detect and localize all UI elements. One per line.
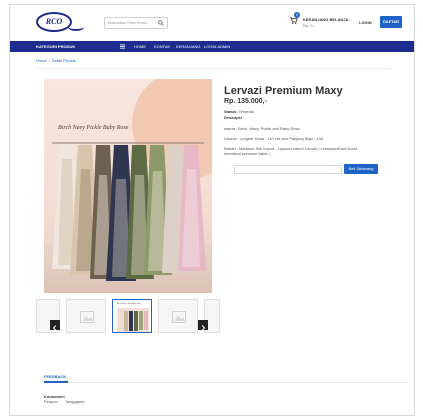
product-main-image[interactable]: Birch Navy Pickle Baby Rose xyxy=(44,79,212,293)
description-heading: Deskripsi xyxy=(224,115,242,120)
chevron-right-icon xyxy=(201,325,206,331)
cart-total: Rp. 0,- xyxy=(303,23,316,28)
column-response: Respon xyxy=(44,399,58,404)
quantity-input[interactable] xyxy=(234,165,342,174)
image-placeholder-icon xyxy=(80,311,94,323)
breadcrumb: Home / Detail Produk xyxy=(36,58,76,63)
page-frame: RCO Masukkan Kata Kunci... 0 KERANJANG B… xyxy=(9,4,415,416)
category-menu[interactable]: KATEGORI PRODUK xyxy=(36,41,75,52)
cart-title[interactable]: KERANJANG BELANJA : xyxy=(303,17,351,22)
breadcrumb-home[interactable]: Home xyxy=(36,58,47,63)
buy-now-button[interactable]: Beli Sekarang xyxy=(344,164,378,174)
nav-admin-login[interactable]: LOGIN ADMIN xyxy=(204,41,230,52)
image-placeholder-icon xyxy=(172,311,186,323)
nav-cart[interactable]: KERANJANG xyxy=(176,41,200,52)
nav-contact[interactable]: KONTAK xyxy=(154,41,170,52)
tab-active-indicator xyxy=(44,381,68,383)
thumbnail-caption: Birch Navy Pickle Baby Rose xyxy=(117,303,141,305)
logo-text: RCO xyxy=(45,17,63,26)
nav-home[interactable]: HOME xyxy=(134,41,146,52)
feedback-columns: Respon Tanggapan xyxy=(44,399,91,404)
search-placeholder: Masukkan Kata Kunci... xyxy=(108,20,151,25)
dresses-illustration xyxy=(52,142,206,281)
thumbnail-prev-button[interactable] xyxy=(50,320,60,331)
breadcrumb-separator: / xyxy=(48,58,50,63)
breadcrumb-current: Detail Produk xyxy=(51,58,76,63)
logo-swoosh xyxy=(68,23,84,31)
description-line-size: Ukuran : Lingkar Dada : 110 cm dan Panja… xyxy=(224,136,323,141)
tab-divider xyxy=(44,382,408,383)
tab-feedback[interactable]: FEEDBACK xyxy=(44,374,66,379)
site-logo[interactable]: RCO xyxy=(36,12,72,32)
description-line-colors: warna : Birch, Navy, Pickle and Baby Ros… xyxy=(224,126,300,131)
divider xyxy=(36,68,391,69)
chevron-left-icon xyxy=(52,325,57,331)
column-reply: Tanggapan xyxy=(64,399,85,404)
thumbnail-2[interactable] xyxy=(66,299,106,333)
product-price: Rp. 135.000,- xyxy=(224,98,267,105)
status-value: Tersedia xyxy=(238,109,254,114)
search-icon[interactable] xyxy=(158,20,164,26)
menu-icon[interactable] xyxy=(120,44,125,49)
main-nav: KATEGORI PRODUK HOME KONTAK KERANJANG LO… xyxy=(10,41,414,52)
thumbnail-4[interactable] xyxy=(158,299,198,333)
login-link[interactable]: LOGIN xyxy=(359,20,372,25)
product-title: Lervazi Premium Maxy xyxy=(224,85,343,97)
thumbnail-dresses xyxy=(117,308,149,332)
thumbnail-strip: Birch Navy Pickle Baby Rose xyxy=(36,299,220,333)
description-label: Deskripsi xyxy=(224,115,243,120)
signup-button[interactable]: DAFTAR xyxy=(380,16,402,28)
thumbnail-3-active[interactable]: Birch Navy Pickle Baby Rose xyxy=(112,299,152,333)
site-header: RCO Masukkan Kata Kunci... 0 KERANJANG B… xyxy=(10,5,414,41)
cart-count-badge: 0 xyxy=(294,12,300,18)
search-input[interactable]: Masukkan Kata Kunci... xyxy=(104,17,168,29)
product-status: Status: Tersedia xyxy=(224,109,254,114)
thumbnail-next-button[interactable] xyxy=(198,320,208,331)
status-label: Status: xyxy=(224,109,238,114)
description-line-material: Bahan : Madame Silk Import , Lapisan kat… xyxy=(224,146,360,156)
